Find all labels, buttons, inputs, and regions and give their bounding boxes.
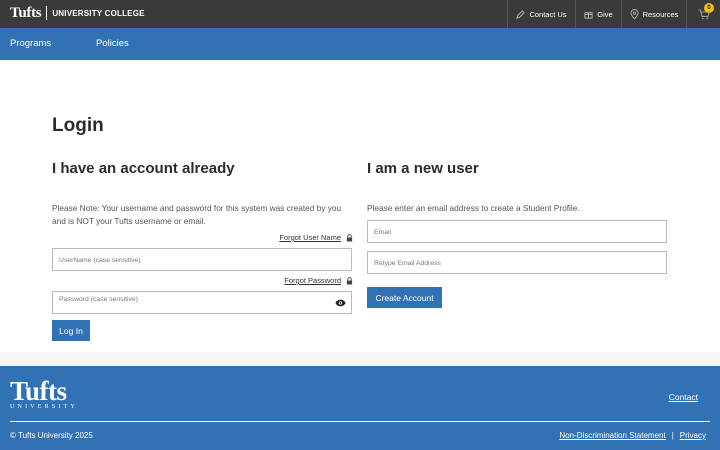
retype-email-input[interactable]: Retype Email Address (367, 251, 667, 274)
nav-item-programs[interactable]: Programs (10, 28, 51, 60)
pencil-icon (516, 9, 526, 19)
forgot-username-link[interactable]: Forgot User Name (279, 233, 353, 242)
contact-us-label: Contact Us (529, 9, 567, 19)
map-pin-icon (630, 8, 639, 20)
footer-link-separator: | (671, 431, 674, 440)
site-footer: Tufts UNIVERSITY Contact © Tufts Univers… (0, 366, 720, 450)
resources-label: Resources (642, 9, 679, 19)
cart-button[interactable]: 0 (686, 0, 720, 28)
username-input[interactable]: UserName (case sensitive) (52, 248, 352, 271)
footer-divider (10, 421, 710, 422)
login-button[interactable]: Log In (52, 320, 90, 341)
footer-spacer (0, 352, 720, 366)
new-user-heading: I am a new user (367, 160, 479, 177)
account-note: Please Note: Your username and password … (52, 203, 342, 226)
brand-unit: UNIVERSITY COLLEGE (52, 8, 145, 18)
copyright: © Tufts University 2025 (10, 431, 93, 440)
footer-contact-link[interactable]: Contact (669, 392, 698, 402)
nav-item-policies[interactable]: Policies (96, 28, 129, 60)
email-input[interactable]: Email (367, 220, 667, 243)
footer-logo-sub: UNIVERSITY (10, 404, 78, 410)
forgot-password-link[interactable]: Forgot Password (284, 276, 353, 285)
page-title: Login (52, 115, 104, 136)
show-password-eye-icon[interactable] (335, 299, 346, 307)
non-discrimination-link[interactable]: Non-Discrimination Statement (559, 431, 665, 440)
university-college-logo[interactable]: Tufts UNIVERSITY COLLEGE (10, 5, 145, 21)
footer-logo-word: Tufts (10, 376, 67, 406)
top-utility-bar: Tufts UNIVERSITY COLLEGE Contact Us Give… (0, 0, 720, 28)
footer-logo[interactable]: Tufts UNIVERSITY (10, 376, 78, 411)
username-placeholder: UserName (case sensitive) (59, 257, 141, 264)
password-placeholder: Password (case sensitive) (59, 296, 138, 303)
brand-name: Tufts (10, 4, 42, 21)
give-label: Give (597, 9, 613, 19)
resources-link[interactable]: Resources (621, 0, 686, 28)
forgot-username-label: Forgot User Name (279, 233, 341, 242)
lock-icon (346, 276, 353, 284)
retype-email-placeholder: Retype Email Address (374, 260, 441, 267)
password-input[interactable]: Password (case sensitive) (52, 291, 352, 314)
cart-count-badge: 0 (704, 3, 714, 13)
privacy-link[interactable]: Privacy (680, 431, 706, 440)
forgot-password-label: Forgot Password (284, 276, 341, 285)
contact-us-link[interactable]: Contact Us (507, 0, 575, 28)
gift-icon (584, 11, 593, 19)
email-placeholder: Email (374, 229, 391, 236)
create-account-button[interactable]: Create Account (367, 287, 442, 308)
give-link[interactable]: Give (575, 0, 621, 28)
new-user-instructions: Please enter an email address to create … (367, 203, 580, 213)
brand-divider (46, 6, 48, 20)
existing-account-heading: I have an account already (52, 160, 235, 177)
lock-icon (346, 233, 353, 241)
footer-links: Non-Discrimination Statement | Privacy (559, 431, 706, 440)
main-navigation: Programs Policies (0, 28, 720, 60)
